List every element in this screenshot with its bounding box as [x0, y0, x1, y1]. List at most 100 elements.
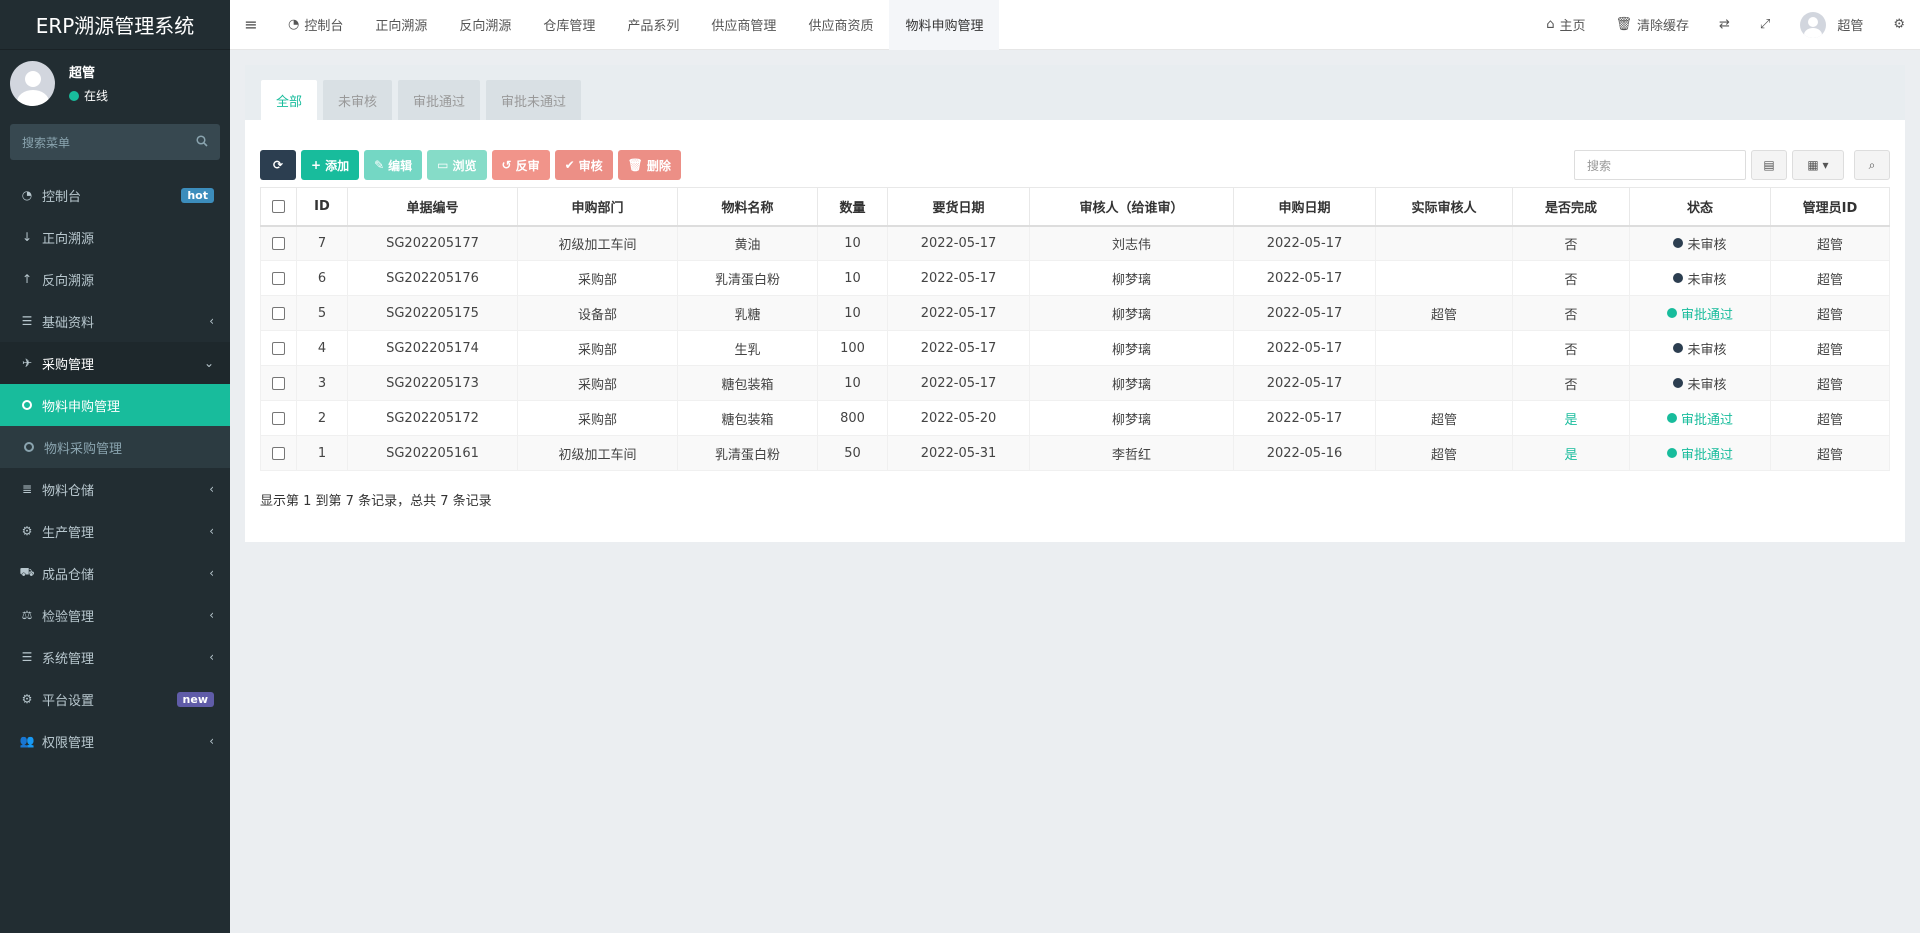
col-status[interactable]: 状态 — [1629, 187, 1771, 227]
table-row[interactable]: 3 SG202205173 采购部 糖包装箱 10 2022-05-17 柳梦璃 2022-0… — [260, 365, 1890, 401]
tab-forward-trace[interactable]: 正向溯源 — [359, 0, 443, 50]
table-row[interactable]: 1 SG202205161 初级加工车间 乳清蛋白粉 50 2022-05-31 李哲红 20… — [260, 435, 1890, 471]
sidebar-item-system[interactable]: ☰ 系统管理 ‹ — [0, 636, 230, 678]
row-checkbox[interactable] — [272, 376, 285, 390]
col-reviewer[interactable]: 审核人（给谁审） — [1029, 187, 1234, 227]
tab-unreviewed[interactable]: 未审核 — [323, 80, 393, 120]
col-doc-no[interactable]: 单据编号 — [347, 187, 518, 227]
sidebar-item-product-storage[interactable]: ⛟ 成品仓储 ‹ — [0, 552, 230, 594]
row-checkbox[interactable] — [272, 236, 285, 250]
row-checkbox[interactable] — [272, 341, 285, 355]
table-cell: 超管 — [1375, 435, 1513, 471]
row-checkbox[interactable] — [272, 306, 285, 320]
row-checkbox[interactable] — [272, 271, 285, 285]
cell-value: 2022-05-17 — [1266, 340, 1343, 356]
app-title[interactable]: ERP溯源管理系统 — [0, 0, 230, 50]
menu-search-input[interactable]: 搜索菜单 — [10, 124, 220, 160]
sidebar-item-production[interactable]: ⚙ 生产管理 ‹ — [0, 510, 230, 552]
cell-value: 乳清蛋白粉 — [714, 447, 780, 463]
table-cell: 3 — [296, 365, 348, 401]
col-admin-id[interactable]: 管理员ID — [1770, 187, 1890, 227]
select-all-checkbox[interactable] — [272, 199, 285, 213]
toggle-view-button[interactable]: ▤ — [1751, 150, 1787, 180]
col-actual-reviewer[interactable]: 实际审核人 — [1375, 187, 1513, 227]
sidebar-item-platform-settings[interactable]: ⚙ 平台设置 new — [0, 678, 230, 720]
home-link[interactable]: ⌂ 主页 — [1531, 0, 1600, 50]
tab-reverse-trace[interactable]: 反向溯源 — [443, 0, 527, 50]
sidebar-item-material-purchase[interactable]: 物料采购管理 — [0, 426, 230, 468]
cell-value: 初级加工车间 — [558, 447, 637, 463]
table-cell: 2022-05-16 — [1233, 435, 1376, 471]
col-material[interactable]: 物料名称 — [677, 187, 818, 227]
table-cell: 乳糖 — [677, 295, 818, 331]
table-row[interactable]: 2 SG202205172 采购部 糖包装箱 800 2022-05-20 柳梦璃 2022-… — [260, 400, 1890, 436]
col-required-date[interactable]: 要货日期 — [887, 187, 1030, 227]
tab-label: 正向溯源 — [375, 19, 428, 34]
tab-warehouse[interactable]: 仓库管理 — [527, 0, 611, 50]
table-row[interactable]: 5 SG202205175 设备部 乳糖 10 2022-05-17 柳梦璃 2022-05-… — [260, 295, 1890, 331]
delete-button[interactable]: 🗑 删除 — [617, 150, 681, 180]
table-cell: SG202205177 — [347, 225, 518, 261]
table-cell: 是 — [1512, 435, 1630, 471]
cell-value: 乳糖 — [734, 307, 761, 323]
col-completed[interactable]: 是否完成 — [1512, 187, 1630, 227]
browse-button[interactable]: ▭ 浏览 — [427, 150, 487, 180]
tab-supplier-qualification[interactable]: 供应商资质 — [792, 0, 889, 50]
language-icon[interactable]: ⇄ — [1704, 0, 1745, 50]
table-cell: 2022-05-17 — [887, 330, 1030, 366]
tab-material-request[interactable]: 物料申购管理 — [889, 0, 1000, 50]
tab-rejected[interactable]: 审批未通过 — [486, 80, 582, 120]
status-badge: 审批通过 — [1666, 409, 1733, 428]
table-cell: 柳梦璃 — [1029, 330, 1234, 366]
sidebar-item-forward-trace[interactable]: ↓ 正向溯源 — [0, 216, 230, 258]
col-request-date[interactable]: 申购日期 — [1233, 187, 1376, 227]
cell-value: 否 — [1564, 377, 1578, 393]
table-row[interactable]: 4 SG202205174 采购部 生乳 100 2022-05-17 柳梦璃 2022-05… — [260, 330, 1890, 366]
user-panel: 超管 在线 — [0, 50, 230, 116]
user-menu[interactable]: 超管 — [1785, 0, 1878, 50]
table-row[interactable]: 7 SG202205177 初级加工车间 黄油 10 2022-05-17 刘志伟 2022-… — [260, 225, 1890, 261]
clear-cache-label: 清除缓存 — [1637, 19, 1690, 34]
sidebar-item-basic-data[interactable]: ☰ 基础资料 ‹ — [0, 300, 230, 342]
sidebar-item-reverse-trace[interactable]: ↑ 反向溯源 — [0, 258, 230, 300]
search-button[interactable]: ⌕ — [1854, 150, 1890, 180]
status-label: 未审核 — [1687, 342, 1727, 358]
review-button[interactable]: ✔ 审核 — [554, 150, 613, 180]
cell-value: 2022-05-17 — [1266, 410, 1343, 426]
refresh-button[interactable]: ⟳ — [260, 150, 296, 180]
tab-supplier[interactable]: 供应商管理 — [695, 0, 792, 50]
tab-dashboard[interactable]: ◔ 控制台 — [272, 0, 359, 50]
row-checkbox[interactable] — [272, 446, 285, 460]
clear-cache-button[interactable]: 🗑 清除缓存 — [1600, 0, 1704, 50]
tab-approved[interactable]: 审批通过 — [398, 80, 481, 120]
unreview-button[interactable]: ↺ 反审 — [491, 150, 550, 180]
fullscreen-icon[interactable]: ⤢ — [1745, 0, 1785, 50]
table-search-input[interactable]: 搜索 — [1574, 150, 1746, 180]
add-button[interactable]: + 添加 — [301, 150, 360, 180]
table-row[interactable]: 6 SG202205176 采购部 乳清蛋白粉 10 2022-05-17 柳梦璃 2022-… — [260, 260, 1890, 296]
status-dot-icon — [1673, 273, 1684, 283]
col-department[interactable]: 申购部门 — [517, 187, 678, 227]
cell-value: SG202205177 — [386, 235, 479, 251]
menu-toggle-icon[interactable]: ≡ — [230, 0, 272, 50]
tab-all[interactable]: 全部 — [261, 80, 318, 120]
sidebar-item-dashboard[interactable]: ◔ 控制台 hot — [0, 174, 230, 216]
row-checkbox[interactable] — [272, 411, 285, 425]
table-cell: 采购部 — [517, 330, 678, 366]
cogs-icon: ⚙ — [21, 692, 33, 706]
sidebar-item-permissions[interactable]: 👥 权限管理 ‹ — [0, 720, 230, 762]
cell-value: 超管 — [1816, 342, 1843, 358]
cell-value: 采购部 — [577, 272, 617, 288]
edit-button[interactable]: ✎ 编辑 — [364, 150, 423, 180]
settings-icon[interactable]: ⚙ — [1878, 0, 1920, 50]
sidebar-item-material-request[interactable]: 物料申购管理 — [0, 384, 230, 426]
sidebar-item-material-storage[interactable]: ≣ 物料仓储 ‹ — [0, 468, 230, 510]
columns-dropdown-button[interactable]: ▦ ▾ — [1792, 150, 1844, 180]
search-icon[interactable] — [196, 134, 208, 150]
col-quantity[interactable]: 数量 — [817, 187, 888, 227]
table-cell: 柳梦璃 — [1029, 365, 1234, 401]
col-id[interactable]: ID — [296, 187, 348, 227]
sidebar-item-purchase[interactable]: ✈ 采购管理 ⌄ — [0, 342, 230, 384]
tab-product-series[interactable]: 产品系列 — [611, 0, 695, 50]
sidebar-item-inspection[interactable]: ⚖ 检验管理 ‹ — [0, 594, 230, 636]
